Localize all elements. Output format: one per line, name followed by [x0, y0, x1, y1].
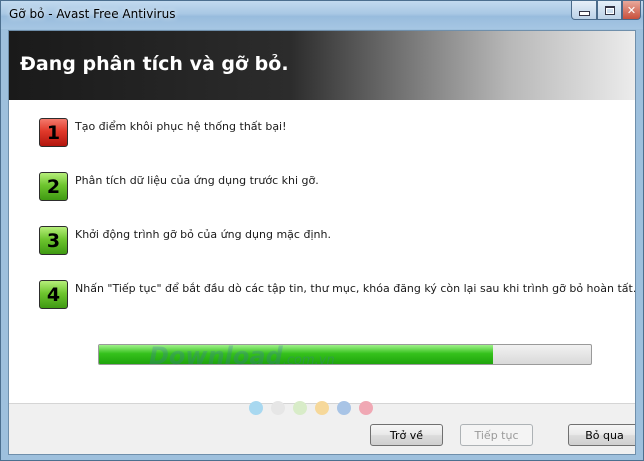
- window-title: Gỡ bỏ - Avast Free Antivirus: [9, 7, 176, 21]
- step-3-label: Khởi động trình gỡ bỏ của ứng dụng mặc đ…: [75, 228, 331, 241]
- header-banner: Đang phân tích và gỡ bỏ.: [9, 31, 635, 100]
- close-button[interactable]: ✕: [622, 1, 641, 20]
- loading-dot: [359, 401, 373, 415]
- next-button[interactable]: Tiếp tục: [460, 424, 533, 446]
- close-icon: ✕: [626, 3, 637, 17]
- step-1-badge: 1: [39, 118, 68, 147]
- step-4-label: Nhấn "Tiếp tục" để bắt đầu dò các tập ti…: [75, 282, 636, 295]
- uninstall-window: Gỡ bỏ - Avast Free Antivirus ✕ Đang phân…: [0, 0, 644, 461]
- loading-dot: [315, 401, 329, 415]
- page-title: Đang phân tích và gỡ bỏ.: [20, 53, 289, 75]
- watermark-logo: Download.com.vn: [149, 342, 335, 370]
- minimize-icon: [578, 10, 590, 16]
- steps-panel: 1 Tạo điểm khôi phục hệ thống thất bại! …: [9, 100, 636, 415]
- maximize-icon: [604, 5, 615, 15]
- back-button[interactable]: Trở về: [370, 424, 443, 446]
- step-1-label: Tạo điểm khôi phục hệ thống thất bại!: [75, 120, 287, 133]
- loading-dot: [271, 401, 285, 415]
- skip-button[interactable]: Bỏ qua: [568, 424, 635, 446]
- loading-dot: [337, 401, 351, 415]
- minimize-button[interactable]: [571, 1, 597, 20]
- watermark-suffix: .com.vn: [282, 353, 335, 368]
- step-4-badge: 4: [39, 280, 68, 309]
- maximize-button[interactable]: [597, 1, 622, 20]
- step-2-label: Phân tích dữ liệu của ứng dụng trước khi…: [75, 174, 319, 187]
- dialog-client-area: Đang phân tích và gỡ bỏ. 1 Tạo điểm khôi…: [8, 30, 636, 455]
- loading-dot: [293, 401, 307, 415]
- step-3-badge: 3: [39, 226, 68, 255]
- loading-dot: [249, 401, 263, 415]
- title-bar[interactable]: Gỡ bỏ - Avast Free Antivirus ✕: [1, 1, 643, 29]
- step-2-badge: 2: [39, 172, 68, 201]
- watermark-text: Download: [149, 342, 283, 370]
